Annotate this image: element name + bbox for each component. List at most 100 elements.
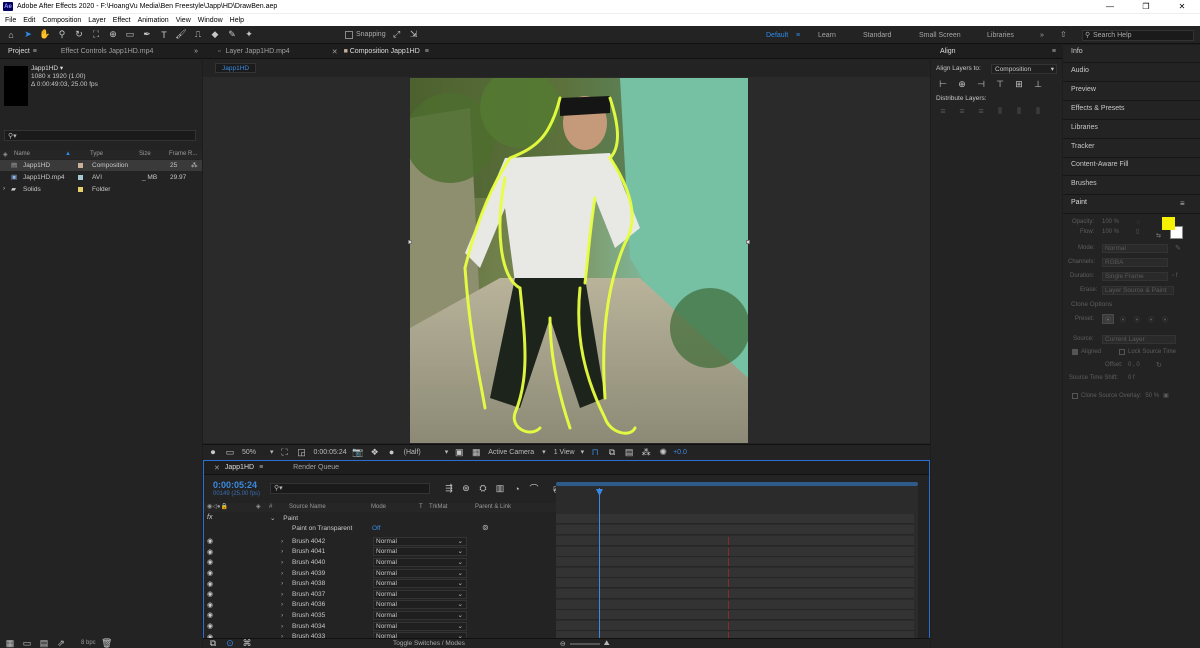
menu-layer[interactable]: Layer bbox=[88, 17, 106, 24]
paint-mode-dropdown[interactable]: Normal bbox=[1102, 244, 1168, 253]
align-top-icon[interactable]: ⊤ bbox=[994, 78, 1006, 90]
expand-chevron-icon[interactable]: › bbox=[281, 548, 283, 555]
menu-composition[interactable]: Composition bbox=[42, 17, 81, 24]
workspace-learn[interactable]: Learn bbox=[818, 32, 836, 39]
column-type[interactable]: Type bbox=[90, 151, 103, 157]
timeline-track[interactable] bbox=[556, 514, 914, 524]
workspace-libraries[interactable]: Libraries bbox=[987, 32, 1014, 39]
aligned-checkbox[interactable] bbox=[1072, 349, 1078, 355]
clone-overlay-row[interactable]: Clone Source Overlay: 50 % ▣ bbox=[1072, 392, 1169, 399]
layer-switches-icon[interactable]: ⧉ bbox=[207, 638, 219, 648]
align-to-dropdown[interactable]: Composition ▾ bbox=[991, 64, 1057, 74]
workspace-default[interactable]: Default bbox=[766, 32, 788, 39]
timeline-track[interactable] bbox=[556, 589, 914, 599]
playhead-indicator[interactable] bbox=[598, 488, 600, 640]
chevron-down-icon[interactable]: ▾ bbox=[581, 448, 585, 456]
label-swatch[interactable] bbox=[78, 187, 83, 192]
zoom-dropdown[interactable]: 50% bbox=[242, 449, 256, 456]
align-right-icon[interactable]: ⊣ bbox=[975, 78, 987, 90]
snapping-checkbox[interactable] bbox=[345, 30, 353, 39]
zoom-in-mountain-icon[interactable]: ⛰ bbox=[604, 640, 610, 648]
fast-previews-icon[interactable]: ⧉ bbox=[606, 446, 618, 458]
chevron-down-icon[interactable]: ▾ bbox=[445, 448, 449, 456]
flowchart-icon[interactable]: ⁂ bbox=[640, 446, 652, 458]
camera-dropdown[interactable]: Active Camera bbox=[488, 449, 534, 456]
maximize-button[interactable]: ❐ bbox=[1128, 0, 1164, 13]
brush-tool-icon[interactable]: 🖌 bbox=[175, 29, 187, 41]
roto-brush-tool-icon[interactable]: ✎ bbox=[226, 29, 238, 41]
blend-mode-dropdown[interactable]: Normal ⌄ bbox=[373, 579, 467, 589]
clone-preset-2-icon[interactable]: ⦿ bbox=[1120, 315, 1126, 324]
column-name[interactable]: Name bbox=[14, 151, 30, 157]
transform-handle[interactable] bbox=[408, 240, 412, 244]
monitor-icon[interactable]: ▭ bbox=[224, 446, 236, 458]
snapshot-icon[interactable]: 📷 bbox=[352, 446, 364, 458]
expand-chevron-icon[interactable]: › bbox=[281, 612, 283, 619]
region-of-interest-icon[interactable]: ◲ bbox=[296, 446, 308, 458]
timeline-layer-row[interactable]: ◉ › Brush 4039 Normal ⌄ bbox=[203, 568, 555, 579]
aligned-checkbox-row[interactable]: Aligned bbox=[1072, 349, 1101, 355]
blend-mode-dropdown[interactable]: Normal ⌄ bbox=[373, 536, 467, 546]
brush-stroke-name[interactable]: Brush 4038 bbox=[292, 580, 325, 587]
timeline-track[interactable] bbox=[556, 620, 914, 631]
project-row-japp1hd[interactable]: ▤ Japp1HD Composition 25 ⁂ bbox=[0, 160, 202, 171]
panel-menu-icon[interactable]: ≡ bbox=[425, 48, 429, 55]
new-folder-icon[interactable]: ▭ bbox=[21, 637, 33, 648]
brush-stroke-name[interactable]: Brush 4041 bbox=[292, 548, 325, 555]
trash-icon[interactable]: 🗑 bbox=[101, 637, 113, 648]
parent-pickwhip-icon[interactable]: ⊚ bbox=[482, 523, 489, 532]
difference-mode-icon[interactable]: ▣ bbox=[1163, 392, 1169, 399]
timeline-layer-row[interactable]: ◉ › Brush 4040 Normal ⌄ bbox=[203, 557, 555, 568]
view-layout-dropdown[interactable]: 1 View bbox=[554, 449, 575, 456]
panel-tracker[interactable]: Tracker bbox=[1071, 143, 1094, 150]
brush-stroke-name[interactable]: Brush 4034 bbox=[292, 623, 325, 630]
label-swatch[interactable] bbox=[78, 163, 83, 168]
timeline-layer-row[interactable]: ◉ › Brush 4036 Normal ⌄ bbox=[203, 600, 555, 611]
distribute-top-icon[interactable]: ≡ bbox=[937, 105, 949, 117]
transfer-controls-icon[interactable]: ⊙ bbox=[224, 638, 236, 648]
hand-tool-icon[interactable]: ✋ bbox=[39, 29, 51, 41]
panel-overflow-icon[interactable]: » bbox=[194, 48, 198, 55]
channels-dropdown[interactable]: RGBA bbox=[1102, 258, 1168, 267]
workspace-overflow-icon[interactable]: » bbox=[1040, 32, 1044, 39]
camera-tool-icon[interactable]: ⛶ bbox=[90, 29, 102, 41]
align-left-icon[interactable]: ⊢ bbox=[937, 78, 949, 90]
eye-icon[interactable]: ◉ bbox=[207, 611, 213, 619]
eyedropper-icon[interactable]: ✎ bbox=[1175, 244, 1181, 252]
blend-mode-dropdown[interactable]: Normal ⌄ bbox=[373, 547, 467, 557]
composition-mini-flowchart-icon[interactable]: ⇶ bbox=[443, 483, 455, 495]
new-composition-icon[interactable]: ▤ bbox=[38, 637, 50, 648]
project-row-solids[interactable]: › ▰ Solids Folder bbox=[0, 184, 202, 195]
close-tab-icon[interactable]: ✕ bbox=[214, 464, 220, 472]
timeline-layer-row[interactable]: ◉ › Brush 4037 Normal ⌄ bbox=[203, 589, 555, 600]
column-index[interactable]: # bbox=[269, 504, 272, 510]
paint-effect-group[interactable]: ⌄ Paint bbox=[270, 514, 298, 522]
align-vertical-center-icon[interactable]: ⊞ bbox=[1013, 78, 1025, 90]
panel-menu-icon[interactable]: ≡ bbox=[33, 48, 37, 55]
timeline-layer-row[interactable]: ◉ › Brush 4035 Normal ⌄ bbox=[203, 610, 555, 621]
expand-chevron-icon[interactable]: › bbox=[281, 570, 283, 577]
source-time-shift-value[interactable]: 0 f bbox=[1128, 375, 1135, 381]
home-icon[interactable]: ⌂ bbox=[5, 29, 17, 41]
viewer-timecode[interactable]: 0:00:05:24 bbox=[314, 449, 347, 456]
timeline-track[interactable] bbox=[556, 536, 914, 546]
dependencies-icon[interactable]: ⇗ bbox=[55, 637, 67, 648]
distribute-right-icon[interactable]: ⦀ bbox=[1032, 105, 1044, 117]
puppet-tool-icon[interactable]: ✦ bbox=[243, 29, 255, 41]
timeline-layer-row[interactable]: ◉ › Brush 4038 Normal ⌄ bbox=[203, 578, 555, 589]
timeline-layer-row[interactable]: ◉ › Brush 4042 Normal ⌄ bbox=[203, 536, 555, 547]
menu-window[interactable]: Window bbox=[198, 17, 223, 24]
column-t[interactable]: T bbox=[419, 504, 423, 510]
pen-tool-icon[interactable]: ✒ bbox=[141, 29, 153, 41]
eraser-tool-icon[interactable]: ◆ bbox=[209, 29, 221, 41]
type-tool-icon[interactable]: T bbox=[158, 29, 170, 41]
timeline-search-input[interactable]: ⚲▾ bbox=[270, 483, 430, 494]
brush-stroke-name[interactable]: Brush 4036 bbox=[292, 601, 325, 608]
panel-content-aware-fill[interactable]: Content-Aware Fill bbox=[1071, 161, 1128, 168]
rotate-tool-icon[interactable]: ↻ bbox=[73, 29, 85, 41]
search-help-input[interactable]: ⚲ Search Help bbox=[1082, 30, 1194, 41]
offset-value[interactable]: 0 , 0 bbox=[1128, 362, 1140, 368]
eye-icon[interactable]: ◉ bbox=[207, 622, 213, 630]
erase-dropdown[interactable]: Layer Source & Paint bbox=[1102, 286, 1174, 295]
panel-menu-icon[interactable]: ≡ bbox=[259, 464, 263, 471]
